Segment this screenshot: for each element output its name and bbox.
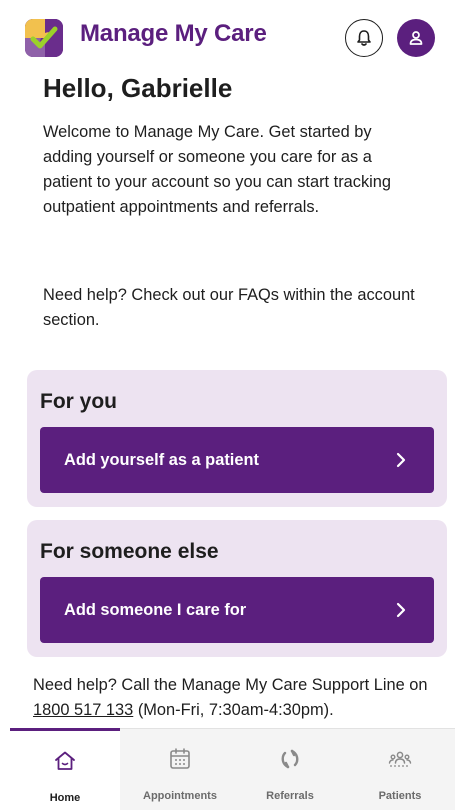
for-you-heading: For you	[40, 390, 117, 413]
app-logo	[25, 19, 63, 57]
bottom-tab-bar: Home Appointments Referrals Patients	[10, 728, 455, 810]
app-header: Manage My Care	[0, 0, 455, 68]
tab-patients[interactable]: Patients	[345, 729, 455, 810]
for-you-card: For you Add yourself as a patient	[27, 370, 447, 507]
for-someone-else-card: For someone else Add someone I care for	[27, 520, 447, 657]
support-suffix: (Mon-Fri, 7:30am-4:30pm).	[133, 701, 334, 719]
refresh-arrows-icon	[281, 749, 299, 769]
tab-home[interactable]: Home	[10, 728, 120, 810]
tab-appointments-label: Appointments	[143, 790, 217, 802]
add-yourself-label: Add yourself as a patient	[64, 451, 259, 469]
chevron-right-icon	[396, 452, 406, 468]
account-button[interactable]	[397, 19, 435, 57]
user-icon	[409, 31, 423, 45]
tab-patients-label: Patients	[378, 790, 422, 802]
calendar-icon	[170, 748, 190, 769]
tab-referrals[interactable]: Referrals	[235, 729, 345, 810]
for-someone-else-heading: For someone else	[40, 540, 219, 563]
tab-home-label: Home	[49, 792, 81, 804]
add-someone-button[interactable]: Add someone I care for	[40, 577, 434, 643]
chevron-right-icon	[396, 602, 406, 618]
faq-help-text: Need help? Check out our FAQs within the…	[43, 286, 415, 329]
people-icon	[388, 751, 412, 767]
notifications-button[interactable]	[345, 19, 383, 57]
home-icon	[55, 751, 75, 770]
support-prefix: Need help? Call the Manage My Care Suppo…	[33, 676, 428, 694]
page-title: Hello, Gabrielle	[43, 73, 233, 103]
tab-appointments[interactable]: Appointments	[125, 729, 235, 810]
tab-referrals-label: Referrals	[266, 790, 314, 802]
add-someone-label: Add someone I care for	[64, 601, 247, 619]
bell-icon	[357, 30, 371, 46]
support-phone-link[interactable]: 1800 517 133	[33, 701, 133, 719]
support-line-text: Need help? Call the Manage My Care Suppo…	[33, 673, 453, 723]
add-yourself-button[interactable]: Add yourself as a patient	[40, 427, 434, 493]
welcome-text: Welcome to Manage My Care. Get started b…	[43, 123, 392, 216]
app-title: Manage My Care	[80, 20, 267, 47]
